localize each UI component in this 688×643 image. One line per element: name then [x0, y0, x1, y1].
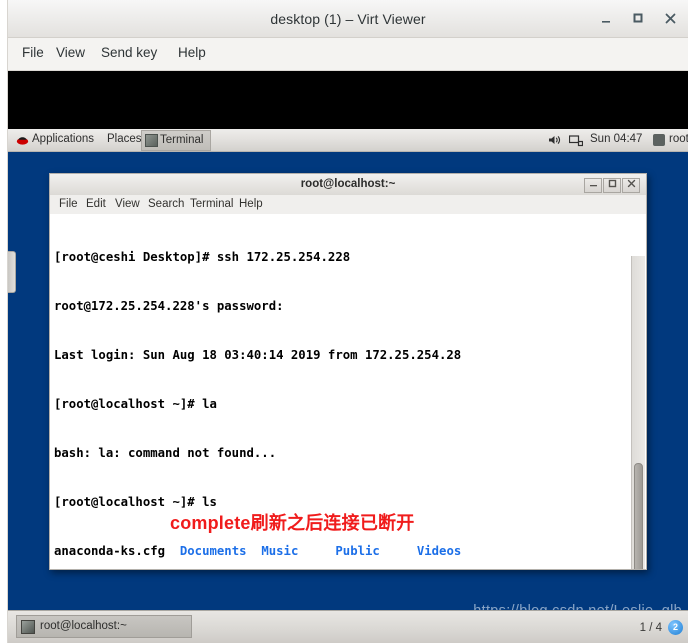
- terminal-line: [root@localhost ~]# la: [54, 396, 217, 411]
- terminal-icon: [145, 134, 158, 147]
- terminal-scrollbar[interactable]: [631, 256, 645, 569]
- directory-name: Videos: [416, 543, 462, 558]
- vm-display-area[interactable]: Applications Places Terminal Sun 04:47 r…: [8, 71, 688, 643]
- terminal-close-icon[interactable]: [622, 178, 640, 193]
- window-frame-left-edge: [0, 0, 8, 643]
- panel-window-button-terminal[interactable]: Terminal: [141, 130, 211, 151]
- directory-name: Public: [335, 543, 380, 558]
- virt-viewer-titlebar: desktop (1) – Virt Viewer: [8, 0, 688, 38]
- gnome-bottom-taskbar: root@localhost:~ 1 / 4 2: [8, 610, 688, 643]
- terminal-minimize-icon[interactable]: [584, 178, 602, 193]
- annotation-text: complete刷新之后连接已断开: [170, 513, 415, 533]
- terminal-menu-help[interactable]: Help: [239, 198, 263, 210]
- volume-icon[interactable]: [548, 134, 562, 147]
- directory-name: Music: [261, 543, 299, 558]
- terminal-window[interactable]: root@localhost:~ File Edit View Search T…: [49, 173, 647, 570]
- virt-viewer-window: desktop (1) – Virt Viewer File View Send…: [0, 0, 688, 643]
- directory-name: Documents: [179, 543, 247, 558]
- terminal-menu-search[interactable]: Search: [148, 198, 184, 210]
- menu-view[interactable]: View: [56, 45, 85, 60]
- terminal-icon: [21, 620, 35, 634]
- terminal-maximize-icon[interactable]: [603, 178, 621, 193]
- virt-viewer-menubar: File View Send key Help: [8, 38, 688, 71]
- network-icon[interactable]: [568, 134, 584, 147]
- terminal-line: [root@localhost ~]# ls: [54, 494, 217, 509]
- terminal-output-area[interactable]: [root@ceshi Desktop]# ssh 172.25.254.228…: [49, 214, 647, 570]
- terminal-menu-edit[interactable]: Edit: [86, 198, 106, 210]
- taskbar-window-button[interactable]: root@localhost:~: [16, 615, 192, 638]
- terminal-menu-view[interactable]: View: [115, 198, 140, 210]
- panel-clock[interactable]: Sun 04:47: [590, 133, 642, 145]
- panel-applications-menu[interactable]: Applications: [32, 133, 94, 145]
- terminal-title: root@localhost:~: [300, 178, 396, 190]
- gnome-top-panel: Applications Places Terminal Sun 04:47 r…: [8, 129, 688, 152]
- terminal-titlebar: root@localhost:~: [49, 173, 647, 195]
- maximize-icon[interactable]: [628, 10, 648, 30]
- terminal-menu-file[interactable]: File: [59, 198, 78, 210]
- menu-send-key[interactable]: Send key: [101, 45, 157, 60]
- panel-user-name[interactable]: root: [669, 133, 688, 145]
- terminal-line: [root@ceshi Desktop]# ssh 172.25.254.228: [54, 249, 351, 264]
- close-icon[interactable]: [660, 10, 680, 30]
- user-account-icon[interactable]: [653, 134, 665, 146]
- terminal-line: Last login: Sun Aug 18 03:40:14 2019 fro…: [54, 347, 462, 362]
- minimize-icon[interactable]: [596, 10, 616, 30]
- menu-file[interactable]: File: [22, 45, 44, 60]
- panel-places-menu[interactable]: Places: [107, 133, 142, 145]
- panel-window-button-label: Terminal: [160, 134, 204, 146]
- panel-hide-handle[interactable]: [8, 251, 16, 293]
- taskbar-window-button-label: root@localhost:~: [40, 620, 127, 632]
- virt-viewer-title: desktop (1) – Virt Viewer: [270, 11, 426, 27]
- terminal-menubar: File Edit View Search Terminal Help: [49, 195, 647, 214]
- terminal-line: root@172.25.254.228's password:: [54, 298, 284, 313]
- notification-badge[interactable]: 2: [668, 620, 683, 635]
- terminal-scrollbar-thumb[interactable]: [634, 463, 643, 569]
- terminal-menu-terminal[interactable]: Terminal: [190, 198, 233, 210]
- terminal-line: bash: la: command not found...: [54, 445, 277, 460]
- workspace-indicator[interactable]: 1 / 4: [640, 622, 662, 634]
- terminal-line-listing: anaconda-ks.cfg Documents Music Public V…: [54, 543, 462, 558]
- red-hat-logo-icon: [16, 134, 29, 147]
- menu-help[interactable]: Help: [178, 45, 206, 60]
